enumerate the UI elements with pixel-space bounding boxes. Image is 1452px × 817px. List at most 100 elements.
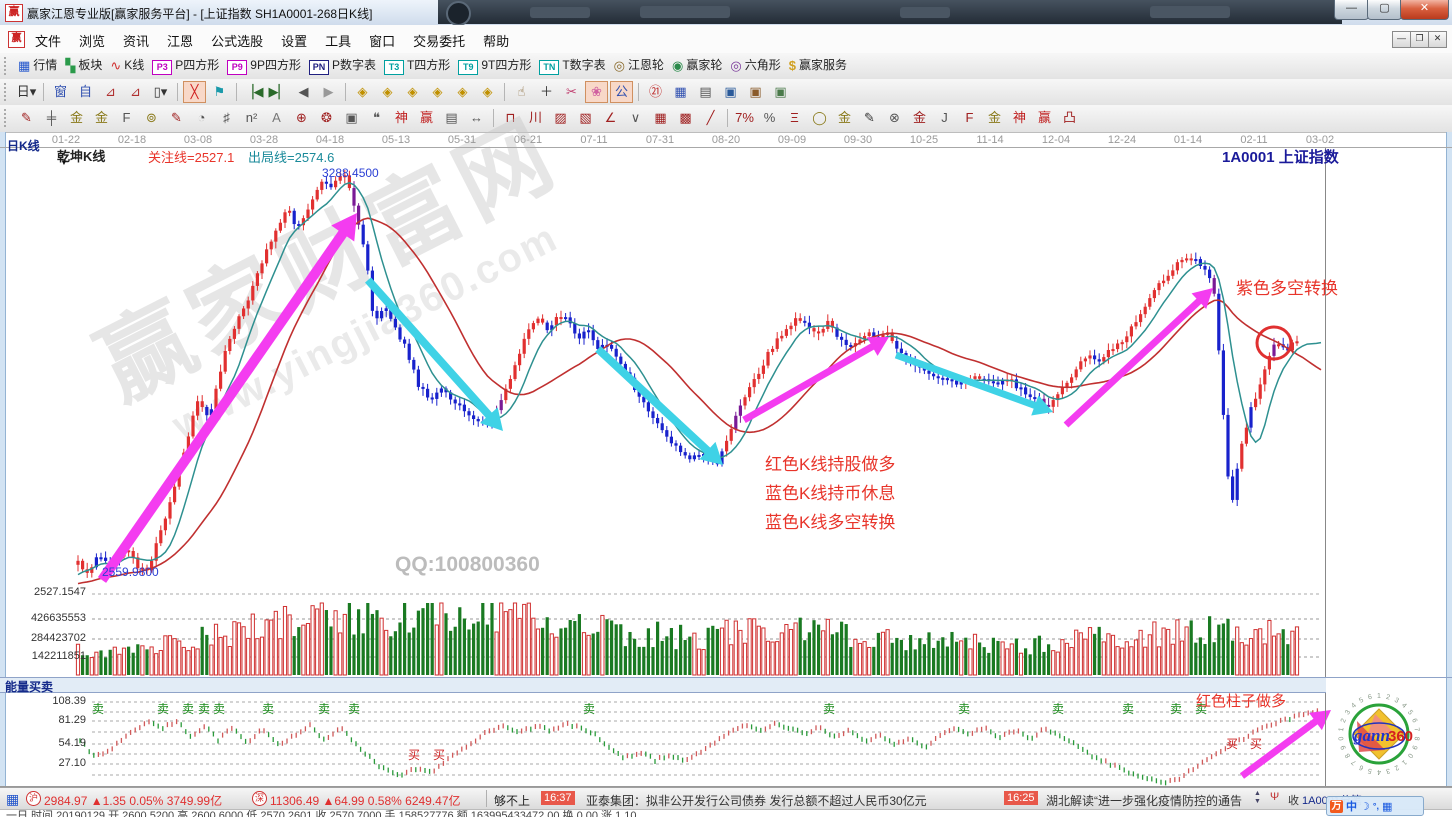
news2-text[interactable]: 湖北解读“进一步强化疫情防控的通告	[1046, 792, 1242, 809]
candle-style-icon[interactable]: ▯▾	[149, 81, 172, 103]
gold-level-icon[interactable]: 金	[833, 107, 856, 129]
toolbar-button-江恩轮[interactable]: ◎江恩轮	[614, 56, 664, 74]
percent-icon[interactable]: %	[758, 107, 781, 129]
toolbar-button-P数字表[interactable]: PNP数字表	[309, 56, 376, 75]
step-back-icon[interactable]: ◀	[292, 81, 315, 103]
toolbar-button-赢家服务[interactable]: $赢家服务	[789, 56, 847, 73]
gong-tool-icon[interactable]: 公	[610, 81, 633, 103]
calculator-icon[interactable]: ▦	[669, 81, 692, 103]
trend-line-icon[interactable]: ╱	[699, 107, 722, 129]
gold-ray-icon[interactable]: 金	[983, 107, 1006, 129]
maximize-button[interactable]: ▢	[1367, 0, 1402, 20]
pen-2-icon[interactable]: ✎	[165, 107, 188, 129]
draw-pen-icon[interactable]: ✎	[15, 107, 38, 129]
toolbar-button-K线[interactable]: ∿K线	[110, 56, 144, 74]
tu-ray-icon[interactable]: 凸	[1058, 107, 1081, 129]
quote-grid-icon[interactable]: ▦	[6, 791, 19, 808]
gold-circle-icon[interactable]: ◯	[808, 107, 831, 129]
mini-chart-2-icon[interactable]: ⊿	[124, 81, 147, 103]
window-tool-icon[interactable]: 窗	[49, 81, 72, 103]
toolbar-button-赢家轮[interactable]: ◉赢家轮	[672, 56, 722, 74]
notes-icon[interactable]: ▤	[694, 81, 717, 103]
menu-item-工具[interactable]: 工具	[316, 25, 360, 53]
auto-info-icon[interactable]: 自	[74, 81, 97, 103]
gann-diamond-3-icon[interactable]: ◈	[401, 81, 424, 103]
overlay-dropdown-icon[interactable]: ▼	[60, 158, 68, 167]
jump-last-icon[interactable]: ▶▏	[267, 81, 290, 103]
mdi-close-button[interactable]: ✕	[1428, 31, 1447, 48]
gold-angle-icon[interactable]: 金	[908, 107, 931, 129]
ime-mode-icon[interactable]: 万	[1330, 800, 1343, 813]
menu-item-浏览[interactable]: 浏览	[70, 25, 114, 53]
delete-drawing-icon[interactable]: ╳	[183, 81, 206, 103]
quote-mark-icon[interactable]: ❝	[365, 107, 388, 129]
menu-item-设置[interactable]: 设置	[272, 25, 316, 53]
gold-grid-2-icon[interactable]: 金	[90, 107, 113, 129]
save-as-icon[interactable]: ▣	[744, 81, 767, 103]
menu-item-资讯[interactable]: 资讯	[114, 25, 158, 53]
ying-ray-icon[interactable]: 赢	[1033, 107, 1056, 129]
close-button[interactable]: ✕	[1400, 0, 1449, 20]
title-bar[interactable]: 赢 赢家江恩专业版[赢家服务平台] - [上证指数 SH1A0001-268日K…	[0, 0, 1452, 26]
mini-chart-1-icon[interactable]: ⊿	[99, 81, 122, 103]
pen-3-icon[interactable]: ✎	[858, 107, 881, 129]
calendar-icon[interactable]: ㉑	[644, 81, 667, 103]
toolbar-button-9P四方形[interactable]: P99P四方形	[227, 56, 301, 75]
toolbar-button-P四方形[interactable]: P3P四方形	[152, 56, 219, 75]
menu-item-公式选股[interactable]: 公式选股	[202, 25, 272, 53]
menu-item-窗口[interactable]: 窗口	[360, 25, 404, 53]
fib-grid-icon[interactable]: F	[115, 107, 138, 129]
menu-item-帮助[interactable]: 帮助	[474, 25, 518, 53]
minimize-button[interactable]: —	[1334, 0, 1369, 20]
export-icon[interactable]: ▣	[769, 81, 792, 103]
gold-grid-1-icon[interactable]: 金	[65, 107, 88, 129]
gann-star-icon[interactable]: ❂	[315, 107, 338, 129]
spiral-icon[interactable]: ⊚	[140, 107, 163, 129]
shen-grid-icon[interactable]: 神	[390, 107, 413, 129]
gann-diamond-5-icon[interactable]: ◈	[451, 81, 474, 103]
step-forward-icon[interactable]: ▶	[317, 81, 340, 103]
levels-icon[interactable]: Ξ	[783, 107, 806, 129]
ime-halfwidth-icon[interactable]: ☽	[1360, 800, 1370, 813]
toolbar-button-行情[interactable]: ▦行情	[18, 56, 57, 74]
shenzhen-quote[interactable]: 11306.49 ▲64.99 0.58% 6249.47亿	[270, 792, 461, 809]
ime-lang-icon[interactable]: 中	[1346, 798, 1357, 814]
menu-item-文件[interactable]: 文件	[26, 25, 70, 53]
clock-angle-icon[interactable]: ◔	[190, 107, 213, 129]
news1-text[interactable]: 亚泰集团：拟非公开发行公司债券 发行总额不超过人民币30亿元	[586, 792, 927, 809]
menu-item-江恩[interactable]: 江恩	[158, 25, 202, 53]
ime-keyboard-icon[interactable]: ▦	[1382, 800, 1392, 813]
toolbar-button-9T四方形[interactable]: T99T四方形	[458, 56, 531, 75]
save-icon[interactable]: ▣	[719, 81, 742, 103]
toolbar-button-T四方形[interactable]: T3T四方形	[384, 56, 450, 75]
flag-tool-icon[interactable]: ⚑	[208, 81, 231, 103]
gann-diamond-4-icon[interactable]: ◈	[426, 81, 449, 103]
shanghai-quote[interactable]: 2984.97 ▲1.35 0.05% 3749.99亿	[44, 792, 222, 809]
grid-box-1-icon[interactable]: ▦	[649, 107, 672, 129]
percent-lines-icon[interactable]: 7%	[733, 107, 756, 129]
jump-first-icon[interactable]: ▕◀	[242, 81, 265, 103]
menu-item-交易委托[interactable]: 交易委托	[404, 25, 474, 53]
news-scroll-spinner[interactable]: ▲▼	[1254, 790, 1261, 806]
gann-diamond-1-icon[interactable]: ◈	[351, 81, 374, 103]
grid-lines-icon[interactable]: ╪	[40, 107, 63, 129]
toolbar-button-板块[interactable]: ▚板块	[65, 56, 102, 74]
hash-grid-icon[interactable]: ♯	[215, 107, 238, 129]
gann-cross-icon[interactable]: ⊕	[290, 107, 313, 129]
gann-diamond-2-icon[interactable]: ◈	[376, 81, 399, 103]
square-numbers-icon[interactable]: n²	[240, 107, 263, 129]
j-ray-icon[interactable]: J	[933, 107, 956, 129]
gann-box-icon[interactable]: ▣	[340, 107, 363, 129]
toolbar-button-六角形[interactable]: ◎六角形	[730, 56, 780, 74]
f-ray-icon[interactable]: F	[958, 107, 981, 129]
cross-circle-icon[interactable]: ⊗	[883, 107, 906, 129]
mdi-restore-button[interactable]: ❐	[1410, 31, 1429, 48]
ime-punct-icon[interactable]: °,	[1373, 801, 1379, 811]
shen-ray-icon[interactable]: 神	[1008, 107, 1031, 129]
period-selector-icon[interactable]: 日▾	[15, 81, 38, 103]
zigzag-icon[interactable]: ∨	[624, 107, 647, 129]
grid-box-2-icon[interactable]: ▩	[674, 107, 697, 129]
mdi-minimize-button[interactable]: —	[1392, 31, 1411, 48]
andrews-fork-icon[interactable]: A	[265, 107, 288, 129]
ime-toolbar[interactable]: 万 中 ☽ °, ▦	[1326, 796, 1424, 816]
